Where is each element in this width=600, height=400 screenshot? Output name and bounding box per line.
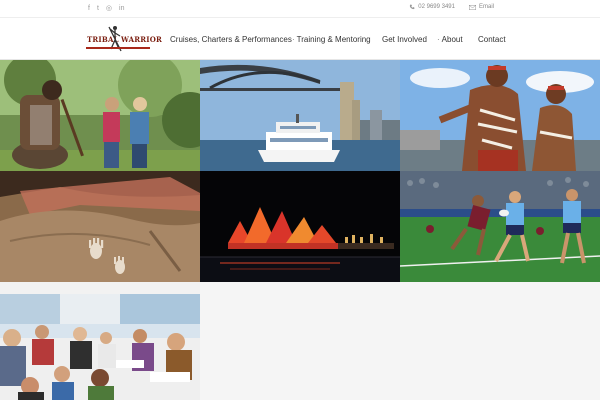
- phone-link[interactable]: 02 9699 3491: [409, 4, 455, 10]
- nav-get-involved[interactable]: Get Involved: [382, 35, 427, 45]
- envelope-icon: [468, 4, 476, 10]
- rock-art-photo: [0, 171, 200, 282]
- gallery-empty-space: [200, 282, 600, 400]
- logo-text-warrior: WARRIOR: [121, 35, 163, 44]
- nav-training[interactable]: · Training & Mentoring: [292, 35, 371, 45]
- phone-number: 02 9699 3491: [418, 4, 455, 10]
- tile-aboriginal-guide-tour[interactable]: [0, 60, 200, 171]
- tile-opera-house-vivid[interactable]: [200, 171, 400, 282]
- nav-training-label: Training & Mentoring: [296, 35, 371, 44]
- tribal-warrior-logo[interactable]: TRIBAL WARRIOR: [86, 25, 162, 53]
- nav-about-dot: ·: [437, 35, 440, 44]
- harbour-cruise-photo: [200, 60, 400, 171]
- tile-harbour-cruise-boat[interactable]: [200, 60, 400, 171]
- tile-dining-cruise-guests[interactable]: [0, 282, 200, 400]
- nav-cruises[interactable]: Cruises, Charters & Performances: [170, 35, 292, 45]
- twitter-icon[interactable]: t: [97, 4, 99, 13]
- nav-contact-label: Contact: [478, 35, 506, 44]
- tile-rock-art-handprints[interactable]: [0, 171, 200, 282]
- nav-get-involved-label: Get Involved: [382, 35, 427, 44]
- linkedin-icon[interactable]: in: [119, 4, 124, 13]
- tile-rugby-league-match[interactable]: [400, 171, 600, 282]
- facebook-icon[interactable]: f: [88, 4, 90, 13]
- social-links: f t ◎ in: [88, 4, 124, 13]
- nav-training-dot: ·: [292, 35, 295, 44]
- tile-aboriginal-performers[interactable]: [400, 60, 600, 171]
- performers-photo: [400, 60, 600, 171]
- opera-house-photo: [200, 171, 400, 282]
- warrior-figure-icon: [108, 26, 122, 52]
- nav-cruises-label: Cruises, Charters & Performances: [170, 35, 292, 44]
- guide-tour-photo: [0, 60, 200, 171]
- contact-info: 02 9699 3491 Email: [409, 4, 494, 10]
- nav-about-label: About: [441, 35, 463, 44]
- phone-icon: [410, 4, 415, 10]
- top-bar: f t ◎ in 02 9699 3491 Email: [0, 0, 600, 18]
- dining-cruise-photo: [0, 282, 200, 400]
- logo-underline: [86, 47, 150, 49]
- rugby-match-photo: [400, 171, 600, 282]
- email-link[interactable]: Email: [468, 4, 494, 10]
- instagram-icon[interactable]: ◎: [106, 4, 112, 13]
- email-label: Email: [478, 4, 494, 10]
- nav-about[interactable]: · About: [437, 35, 463, 45]
- nav-contact[interactable]: Contact: [478, 35, 506, 45]
